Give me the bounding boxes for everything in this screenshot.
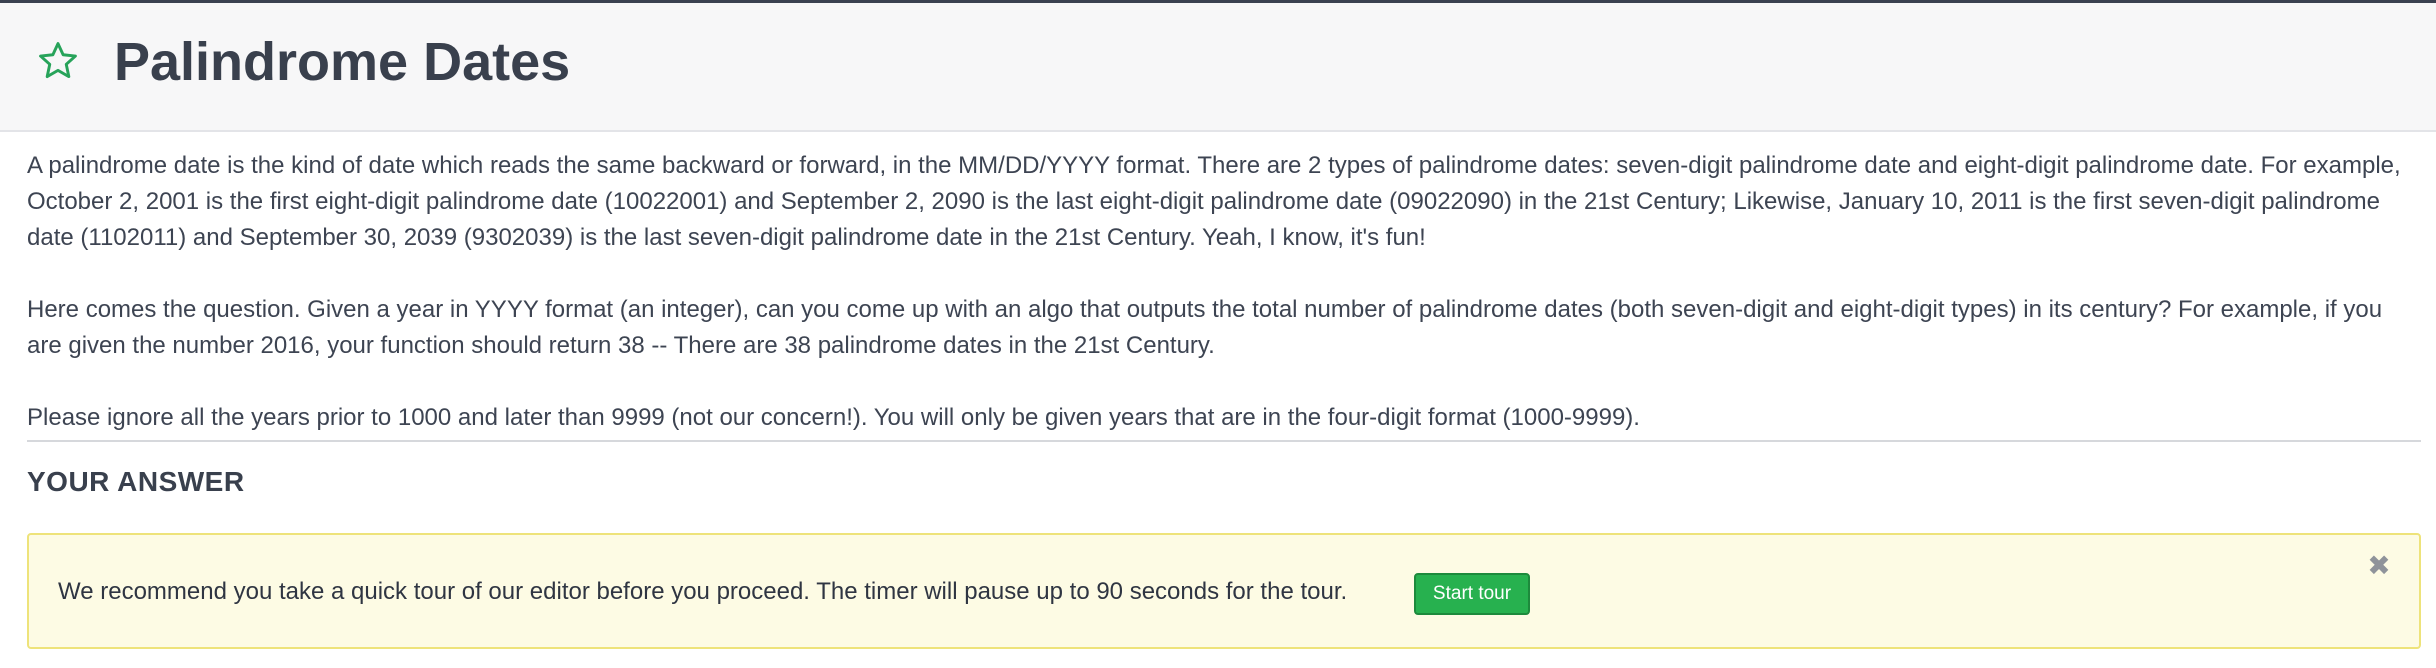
tour-banner-message: We recommend you take a quick tour of ou… — [58, 578, 1348, 605]
tour-banner: We recommend you take a quick tour of ou… — [27, 533, 2421, 649]
close-icon[interactable]: ✖ — [2364, 551, 2394, 581]
problem-header: Palindrome Dates — [0, 3, 2436, 132]
description-paragraph-1: A palindrome date is the kind of date wh… — [27, 152, 2401, 251]
description-paragraph-3: Please ignore all the years prior to 100… — [27, 404, 1640, 431]
star-outline-icon[interactable] — [36, 39, 80, 83]
start-tour-button[interactable]: Start tour — [1414, 573, 1530, 615]
section-divider — [27, 440, 2421, 442]
problem-description: A palindrome date is the kind of date wh… — [27, 148, 2407, 436]
your-answer-heading: YOUR ANSWER — [27, 466, 245, 497]
page-title: Palindrome Dates — [114, 32, 571, 92]
description-paragraph-2: Here comes the question. Given a year in… — [27, 296, 2383, 359]
